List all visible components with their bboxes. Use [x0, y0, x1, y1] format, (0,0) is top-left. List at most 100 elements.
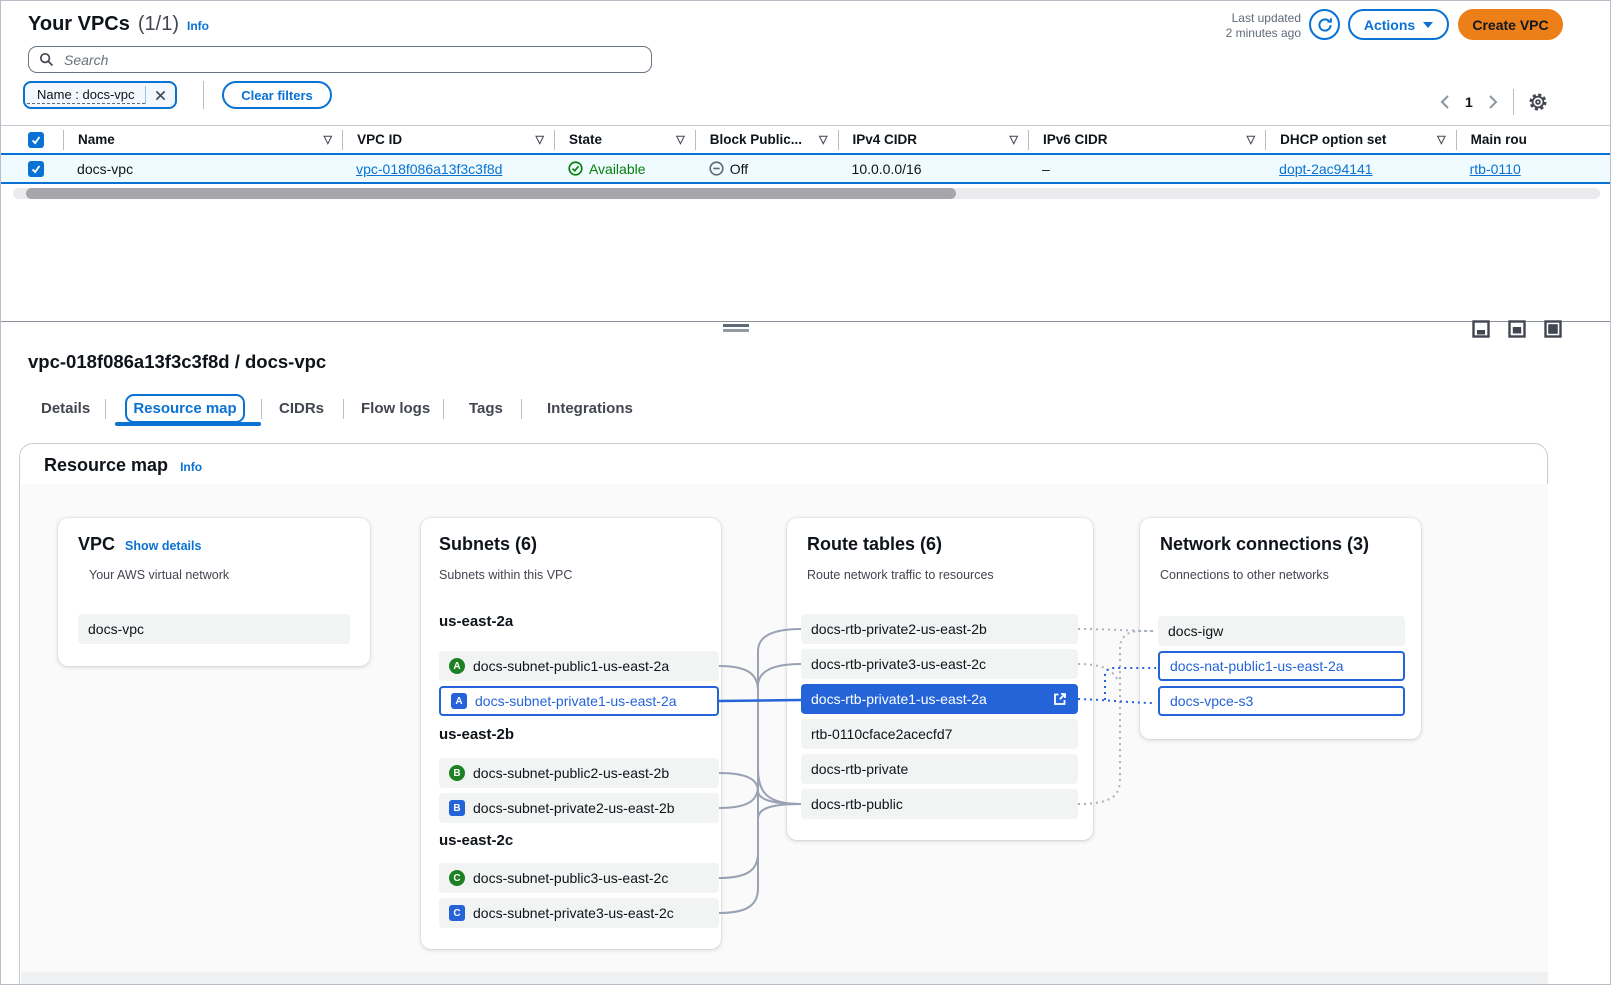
resource-map-footer-strip	[21, 972, 1548, 985]
network-node-igw[interactable]: docs-igw	[1158, 616, 1405, 646]
prev-page-button[interactable]	[1439, 94, 1451, 110]
route-table-node-private3[interactable]: docs-rtb-private3-us-east-2c	[801, 649, 1078, 679]
preferences-gear-icon[interactable]	[1528, 92, 1548, 112]
sort-icon[interactable]: ▽	[1437, 133, 1445, 146]
column-header-ipv4-cidr[interactable]: IPv4 CIDR▽	[838, 130, 1028, 150]
tab-divider	[261, 399, 262, 419]
subnet-node-public1[interactable]: A docs-subnet-public1-us-east-2a	[439, 651, 719, 681]
column-header-state[interactable]: State▽	[554, 130, 695, 150]
filter-token[interactable]: Name : docs-vpc	[23, 81, 177, 109]
tab-integrations[interactable]: Integrations	[547, 400, 633, 417]
off-status-icon	[709, 161, 724, 176]
column-header-vpc-id[interactable]: VPC ID▽	[342, 130, 554, 150]
subnets-card-subtitle: Subnets within this VPC	[439, 568, 572, 582]
current-page[interactable]: 1	[1465, 94, 1473, 110]
subnet-node-private2[interactable]: B docs-subnet-private2-us-east-2b	[439, 793, 719, 823]
search-input[interactable]	[62, 51, 641, 69]
table-scrollbar-thumb[interactable]	[26, 188, 956, 199]
dhcp-option-set-link[interactable]: dopt-2ac94141	[1279, 161, 1372, 177]
next-page-button[interactable]	[1487, 94, 1499, 110]
row-checkbox-cell	[28, 161, 63, 177]
tab-tags[interactable]: Tags	[469, 400, 503, 417]
pane-size-small-icon[interactable]	[1472, 320, 1490, 338]
vpc-node-docs-vpc[interactable]: docs-vpc	[78, 614, 350, 644]
external-link-icon[interactable]	[1052, 691, 1068, 707]
route-table-node-private1-selected[interactable]: docs-rtb-private1-us-east-2a	[801, 684, 1078, 714]
split-pane-divider	[1, 321, 1611, 322]
filter-token-label: Name : docs-vpc	[27, 86, 145, 104]
route-tables-card: Route tables (6) Route network traffic t…	[787, 518, 1093, 840]
cell-ipv4-cidr: 10.0.0.0/16	[838, 161, 1028, 177]
resource-map-title-row: Resource map Info	[44, 455, 202, 476]
column-header-block-public[interactable]: Block Public...▽	[695, 130, 838, 150]
info-link[interactable]: Info	[187, 19, 209, 33]
filter-token-dismiss-icon[interactable]	[146, 90, 175, 101]
split-drag-handle[interactable]	[723, 324, 749, 334]
sort-icon[interactable]: ▽	[676, 133, 684, 146]
tab-divider	[521, 399, 522, 419]
public-subnet-badge: B	[449, 765, 465, 781]
page-title-count: (1/1)	[138, 13, 179, 36]
route-table-node-private2[interactable]: docs-rtb-private2-us-east-2b	[801, 614, 1078, 644]
actions-button[interactable]: Actions	[1348, 9, 1449, 40]
main-route-table-link[interactable]: rtb-0110	[1470, 161, 1521, 177]
column-header-ipv6-cidr[interactable]: IPv6 CIDR▽	[1028, 130, 1265, 150]
select-all-checkbox[interactable]	[28, 132, 44, 148]
table-row[interactable]: docs-vpc vpc-018f086a13f3c3f8d Available…	[1, 153, 1611, 184]
subnet-node-private3[interactable]: C docs-subnet-private3-us-east-2c	[439, 898, 719, 928]
sort-icon[interactable]: ▽	[535, 133, 543, 146]
network-node-nat-highlighted[interactable]: docs-nat-public1-us-east-2a	[1158, 651, 1405, 681]
pagination: 1	[1439, 88, 1548, 116]
cell-state: Available	[554, 161, 695, 177]
show-details-link[interactable]: Show details	[125, 539, 201, 553]
page-title: Your VPCs	[28, 13, 130, 36]
active-tab-underline	[115, 422, 261, 426]
column-header-dhcp-option-set[interactable]: DHCP option set▽	[1265, 130, 1455, 150]
table-scrollbar-track	[13, 188, 1600, 199]
cell-vpc-id: vpc-018f086a13f3c3f8d	[342, 161, 554, 177]
select-all-checkbox-cell	[28, 126, 63, 153]
tab-cidrs[interactable]: CIDRs	[279, 400, 324, 417]
column-header-name[interactable]: Name▽	[63, 130, 342, 150]
create-vpc-button[interactable]: Create VPC	[1458, 9, 1563, 40]
search-icon	[39, 52, 54, 67]
vpc-card-subtitle: Your AWS virtual network	[89, 568, 229, 582]
tab-resource-map-label: Resource map	[133, 400, 236, 417]
pane-size-medium-icon[interactable]	[1508, 320, 1526, 338]
route-table-node-public[interactable]: docs-rtb-public	[801, 789, 1078, 819]
pagination-divider	[1513, 89, 1514, 115]
resource-map-info-link[interactable]: Info	[180, 460, 202, 474]
caret-down-icon	[1423, 21, 1433, 29]
tab-details[interactable]: Details	[41, 400, 90, 417]
row-checkbox[interactable]	[28, 161, 44, 177]
refresh-icon	[1317, 17, 1333, 33]
route-table-node-rtb-0110[interactable]: rtb-0110cface2acecfd7	[801, 719, 1078, 749]
subnet-node-public3[interactable]: C docs-subnet-public3-us-east-2c	[439, 863, 719, 893]
refresh-button[interactable]	[1309, 9, 1340, 40]
route-table-node-private[interactable]: docs-rtb-private	[801, 754, 1078, 784]
subnet-node-private1-selected[interactable]: A docs-subnet-private1-us-east-2a	[439, 686, 719, 716]
create-vpc-button-label: Create VPC	[1472, 17, 1548, 33]
sort-icon[interactable]: ▽	[819, 133, 827, 146]
tab-divider	[343, 399, 344, 419]
sort-icon[interactable]: ▽	[1247, 133, 1255, 146]
tab-divider	[105, 399, 106, 419]
last-updated-line2: 2 minutes ago	[1151, 26, 1301, 41]
search-bar[interactable]	[28, 46, 652, 73]
tab-resource-map[interactable]: Resource map	[125, 394, 245, 423]
sort-icon[interactable]: ▽	[1010, 133, 1018, 146]
subnet-node-public2[interactable]: B docs-subnet-public2-us-east-2b	[439, 758, 719, 788]
column-header-main-route-table[interactable]: Main rou	[1456, 130, 1611, 150]
tab-flow-logs[interactable]: Flow logs	[361, 400, 430, 417]
clear-filters-button[interactable]: Clear filters	[222, 81, 332, 109]
az-header-us-east-2a: us-east-2a	[439, 613, 513, 630]
network-connections-card-title: Network connections (3)	[1160, 534, 1369, 555]
cell-ipv6-cidr: –	[1028, 161, 1265, 177]
vpc-id-link[interactable]: vpc-018f086a13f3c3f8d	[356, 161, 502, 177]
pane-size-large-icon[interactable]	[1544, 320, 1562, 338]
sort-icon[interactable]: ▽	[324, 133, 332, 146]
network-node-vpce-s3-highlighted[interactable]: docs-vpce-s3	[1158, 686, 1405, 716]
public-subnet-badge: C	[449, 870, 465, 886]
cell-dhcp-option-set: dopt-2ac94141	[1265, 161, 1455, 177]
network-connections-card: Network connections (3) Connections to o…	[1140, 518, 1421, 739]
